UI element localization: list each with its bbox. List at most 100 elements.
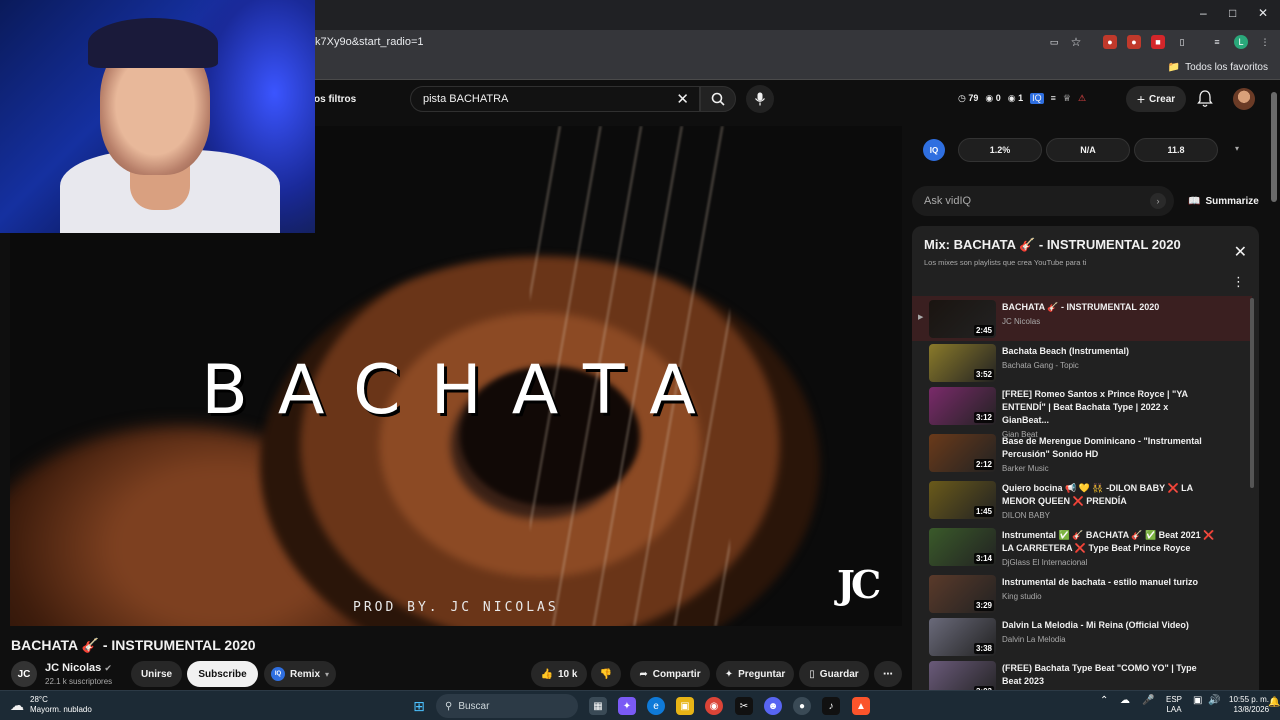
language-indicator[interactable]: ESP LAA — [1166, 695, 1182, 715]
join-button[interactable]: Unirse — [131, 661, 182, 687]
playlist-item[interactable]: 3:12 [FREE] Romeo Santos x Prince Royce |… — [912, 383, 1252, 439]
channel-avatar[interactable]: JC — [11, 661, 37, 687]
notifications-bell-icon[interactable] — [1197, 90, 1213, 108]
playlist-more-icon[interactable]: ⋮ — [1232, 274, 1245, 290]
playlist-scrollbar[interactable] — [1250, 298, 1254, 488]
playlist-item-title[interactable]: Instrumental de bachata - estilo manuel … — [1002, 576, 1217, 589]
extension-icon[interactable]: ● — [1127, 35, 1141, 49]
discord-icon[interactable]: ☻ — [764, 697, 782, 715]
url-text[interactable]: k7Xy9o&start_radio=1 — [315, 36, 424, 48]
playlist-item-thumbnail[interactable]: 3:52 — [929, 344, 996, 382]
playlist-item-title[interactable]: (FREE) Bachata Type Beat "COMO YO" | Typ… — [1002, 662, 1217, 688]
playlist-item[interactable]: 3:52 Bachata Beach (Instrumental) Bachata … — [912, 340, 1252, 385]
search-input[interactable]: pista BACHATRA ✕ — [410, 86, 700, 112]
trophy-icon[interactable]: ♕ — [1063, 93, 1071, 104]
taskbar-search[interactable]: ⚲ Buscar — [436, 694, 578, 718]
voice-search-button[interactable] — [746, 85, 774, 113]
star-icon[interactable]: ☆ — [1069, 35, 1083, 49]
create-label: Crear — [1149, 93, 1176, 105]
capcut-icon[interactable]: ✂ — [735, 697, 753, 715]
playlist-item-channel: DILON BABY — [1002, 511, 1051, 520]
vidiq-badge[interactable]: IQ — [923, 139, 945, 161]
menu-dots-icon[interactable]: ⋮ — [1258, 35, 1272, 49]
remix-button[interactable]: IQ Remix ▾ — [264, 661, 336, 687]
cloud-tray-icon[interactable]: ☁ — [1120, 695, 1130, 706]
vidiq-stat-3: 11.8 — [1134, 138, 1218, 162]
cast-icon[interactable]: ▭ — [1047, 35, 1061, 49]
minimize-button[interactable]: – — [1200, 6, 1207, 20]
clock[interactable]: 10:55 p. m. 13/8/2026 — [1229, 695, 1269, 715]
create-button[interactable]: + Crear — [1126, 86, 1186, 112]
playlist-item-title[interactable]: Bachata Beach (Instrumental) — [1002, 345, 1217, 358]
playlist-item-thumbnail[interactable]: 2:45 — [929, 300, 996, 338]
search-button[interactable] — [700, 86, 736, 112]
playlist-item-title[interactable]: Base de Merengue Dominicano - "Instrumen… — [1002, 435, 1217, 461]
share-button[interactable]: ➦ Compartir — [630, 661, 710, 687]
edge-icon[interactable]: e — [647, 697, 665, 715]
save-button[interactable]: ▯ Guardar — [799, 661, 869, 687]
more-actions-button[interactable]: ⋯ — [874, 661, 902, 687]
close-playlist-icon[interactable]: ✕ — [1234, 242, 1247, 262]
playlist-item-thumbnail[interactable]: 2:12 — [929, 434, 996, 472]
notifications-tray-icon[interactable]: 🔔 — [1268, 697, 1280, 708]
playlist-item-thumbnail[interactable]: 3:38 — [929, 618, 996, 656]
send-arrow-icon[interactable]: › — [1150, 193, 1166, 209]
maximize-button[interactable]: □ — [1229, 6, 1236, 20]
weather-widget[interactable]: ☁ 28°C Mayorm. nublado — [10, 695, 92, 715]
task-view-icon[interactable]: ▦ — [589, 697, 607, 715]
playlist-item-channel: DjGlass El Internacional — [1002, 558, 1088, 567]
reading-list-icon[interactable]: ≡ — [1210, 35, 1224, 49]
dislike-button[interactable]: 👎 — [591, 661, 621, 687]
list-icon[interactable]: ≡ — [1051, 93, 1056, 104]
extension-icon[interactable]: ■ — [1151, 35, 1165, 49]
ask-button[interactable]: ✦ Preguntar — [716, 661, 794, 687]
playlist-item[interactable]: ▶ 2:45 BACHATA 🎸 - INSTRUMENTAL 2020 JC Nic… — [912, 296, 1252, 341]
file-explorer-icon[interactable]: ▣ — [676, 697, 694, 715]
brave-icon[interactable]: ▲ — [852, 697, 870, 715]
obs-icon[interactable]: ● — [793, 697, 811, 715]
ask-vidiq-input[interactable]: Ask vidIQ › — [912, 186, 1174, 216]
all-bookmarks-button[interactable]: 📁 Todos los favoritos — [1168, 62, 1268, 73]
playlist-item-title[interactable]: Quiero bocina 📢 💛 👯‍♀️ -DILON BABY ❌ LA … — [1002, 482, 1217, 508]
playlist-item-thumbnail[interactable]: 1:45 — [929, 481, 996, 519]
playlist-item[interactable]: 3:03(FREE) Bachata Type Beat "COMO YO" |… — [912, 657, 1252, 691]
playlist-item[interactable]: 3:29 Instrumental de bachata - estilo man… — [912, 571, 1252, 616]
summarize-button[interactable]: 📖 Summarize — [1188, 196, 1259, 207]
playlist-item-thumbnail[interactable]: 3:12 — [929, 387, 996, 425]
page-scrollbar[interactable] — [1271, 92, 1277, 202]
vidiq-icon[interactable]: IQ — [1030, 93, 1044, 104]
show-hidden-icons[interactable]: ⌃ — [1100, 695, 1108, 706]
search-query[interactable]: pista BACHATRA — [423, 93, 508, 105]
filters-button[interactable]: os filtros — [314, 94, 356, 105]
monitor-tray-icon[interactable]: ▣ — [1193, 695, 1202, 706]
subscribe-button[interactable]: Subscribe — [187, 661, 258, 687]
clear-search-icon[interactable]: ✕ — [676, 90, 689, 108]
chevron-down-icon[interactable]: ▾ — [1235, 144, 1239, 153]
playlist-item-title[interactable]: BACHATA 🎸 - INSTRUMENTAL 2020 — [1002, 301, 1217, 314]
alert-icon[interactable]: ⚠ — [1078, 93, 1086, 104]
extension-icon[interactable]: ● — [1103, 35, 1117, 49]
volume-icon[interactable]: 🔊 — [1208, 695, 1220, 706]
playlist-item[interactable]: 2:12 Base de Merengue Dominicano - "Instr… — [912, 430, 1252, 475]
profile-icon[interactable]: L — [1234, 35, 1248, 49]
playlist-item[interactable]: 3:14 Instrumental ✅ 🎸 BACHATA 🎸 ✅ Beat 20… — [912, 524, 1252, 569]
playlist-item-thumbnail[interactable]: 3:14 — [929, 528, 996, 566]
eye-stat-2: ◉ 1 — [1007, 93, 1024, 103]
copilot-icon[interactable]: ✦ — [618, 697, 636, 715]
microphone-tray-icon[interactable]: 🎤 — [1142, 695, 1154, 706]
user-avatar[interactable] — [1233, 88, 1255, 110]
playlist-item-title[interactable]: [FREE] Romeo Santos x Prince Royce | "YA… — [1002, 388, 1217, 427]
channel-name[interactable]: JC Nicolas ✔ — [45, 662, 112, 674]
playlist-item-title[interactable]: Dalvin La Melodia - Mi Reina (Official V… — [1002, 619, 1217, 632]
playlist-item[interactable]: 1:45 Quiero bocina 📢 💛 👯‍♀️ -DILON BABY ❌… — [912, 477, 1252, 522]
like-button[interactable]: 👍 10 k — [531, 661, 587, 687]
playlist-item-thumbnail[interactable]: 3:29 — [929, 575, 996, 613]
tiktok-icon[interactable]: ♪ — [822, 697, 840, 715]
chrome-icon[interactable]: ◉ — [705, 697, 723, 715]
playlist-item-thumbnail[interactable]: 3:03 — [929, 661, 996, 691]
close-window-button[interactable]: ✕ — [1258, 6, 1268, 20]
playlist-item-title[interactable]: Instrumental ✅ 🎸 BACHATA 🎸 ✅ Beat 2021 ❌… — [1002, 529, 1217, 555]
playlist-item[interactable]: 3:38 Dalvin La Melodia - Mi Reina (Offici… — [912, 614, 1252, 659]
windows-start-icon[interactable]: ⊞ — [410, 697, 428, 715]
puzzle-icon[interactable]: ▯ — [1175, 35, 1189, 49]
